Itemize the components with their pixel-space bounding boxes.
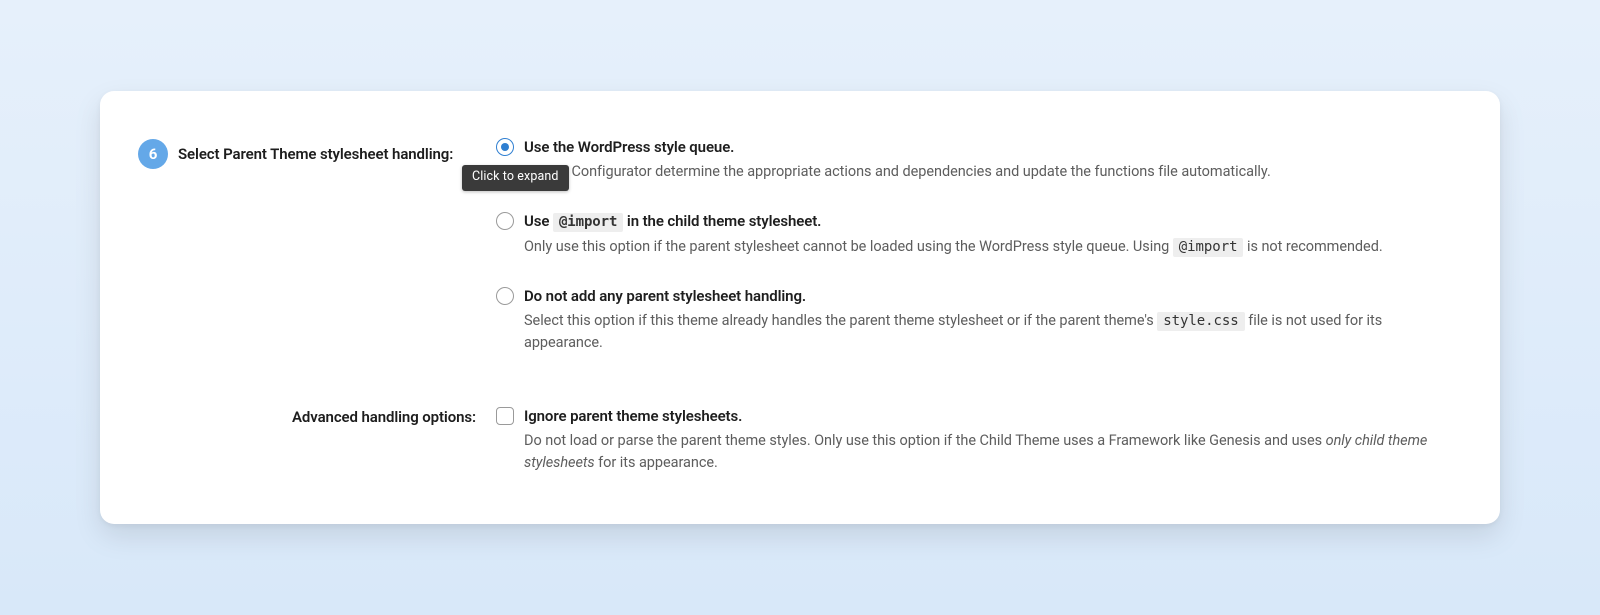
radio-import[interactable] [496, 212, 514, 230]
radio-wp-style-queue[interactable] [496, 138, 514, 156]
option-description: Let the Configurator determine the appro… [524, 161, 1452, 183]
radio-no-handling[interactable] [496, 287, 514, 305]
option-description: Do not load or parse the parent theme st… [524, 430, 1452, 474]
option-ignore-parent[interactable]: Ignore parent theme stylesheets. Do not … [496, 406, 1452, 474]
option-title: Use @import in the child theme styleshee… [524, 211, 1452, 232]
option-description: Only use this option if the parent style… [524, 236, 1452, 258]
click-to-expand-tooltip[interactable]: Click to expand [462, 165, 569, 191]
step-header: 6 Select Parent Theme stylesheet handlin… [138, 137, 496, 169]
option-description: Select this option if this theme already… [524, 310, 1452, 354]
step-number-badge: 6 [138, 139, 168, 169]
option-import[interactable]: Use @import in the child theme styleshee… [496, 211, 1452, 258]
option-title: Ignore parent theme stylesheets. [524, 406, 1452, 426]
option-wp-style-queue[interactable]: Use the WordPress style queue. Let the C… [496, 137, 1452, 183]
advanced-header: Advanced handling options: [138, 406, 496, 428]
option-title: Do not add any parent stylesheet handlin… [524, 286, 1452, 306]
option-no-handling[interactable]: Do not add any parent stylesheet handlin… [496, 286, 1452, 354]
step-label: Select Parent Theme stylesheet handling: [178, 139, 453, 165]
option-title: Use the WordPress style queue. [524, 137, 1452, 157]
advanced-label: Advanced handling options: [292, 408, 476, 428]
settings-card: 6 Select Parent Theme stylesheet handlin… [100, 91, 1500, 524]
checkbox-ignore-parent[interactable] [496, 407, 514, 425]
